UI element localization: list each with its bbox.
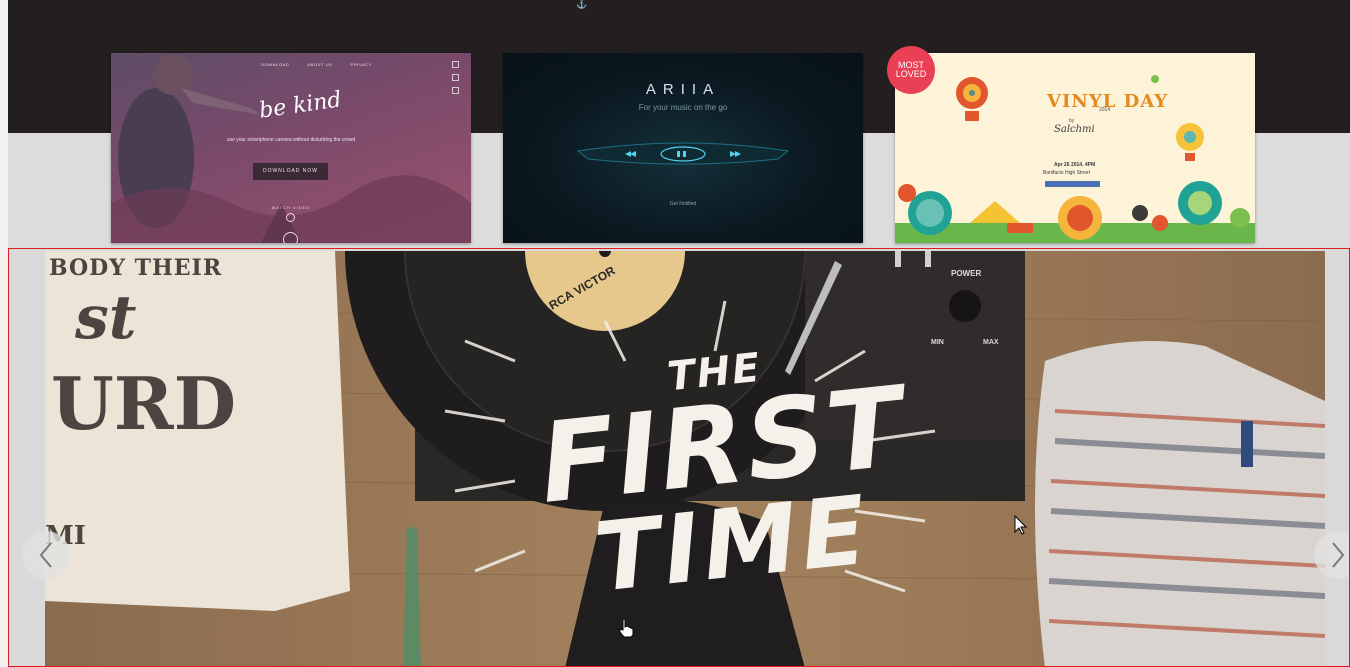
card-brand: Salchmi	[1054, 124, 1095, 135]
prev-slide-button[interactable]	[22, 531, 70, 579]
card-subtitle: For your music on the go	[638, 103, 728, 112]
social-icon	[452, 74, 459, 81]
amp-power-label: POWER	[951, 269, 982, 278]
most-loved-badge: MOST LOVED	[887, 46, 935, 94]
gallery-card-vinyl-day[interactable]: MOST LOVED VINYL DAY 2014 by Salchmi Apr…	[887, 46, 1255, 243]
left-edge-strip	[0, 0, 8, 667]
card-nav-item: PRIVACY	[350, 62, 373, 67]
hero-slider[interactable]: BODY THEIR st URD MI POWER MIN MAX RCA V…	[8, 248, 1350, 667]
hand-cursor-icon	[619, 618, 634, 638]
social-icon	[452, 61, 459, 68]
gallery-card-bekind[interactable]: DOWNLOAD ABOUT US PRIVACY be kind use yo…	[111, 53, 471, 243]
download-now-button: DOWNLOAD NOW	[253, 163, 328, 180]
chevron-right-icon	[1332, 542, 1345, 568]
social-icon	[452, 87, 459, 94]
chevron-down-icon	[283, 232, 298, 243]
card-title: ARIIA	[645, 81, 721, 98]
watch-video-label: WATCH VIDEO	[271, 205, 311, 210]
chevron-left-icon	[39, 542, 52, 568]
tee-print-text: st	[75, 283, 137, 353]
card-venue: Bonifacio High Street	[1043, 170, 1090, 176]
get-notified-link: Get Notified	[669, 201, 697, 207]
card-nav: DOWNLOAD ABOUT US PRIVACY	[261, 62, 372, 67]
hero-slide-image: BODY THEIR st URD MI POWER MIN MAX RCA V…	[45, 251, 1325, 666]
tee-print-text: BODY THEIR	[49, 255, 223, 281]
tee-print-text: URD	[51, 361, 237, 446]
amp-max-label: MAX	[983, 339, 999, 346]
card-tagline: use your smartphone camera without distu…	[226, 137, 356, 143]
mouse-pointer-icon	[1014, 515, 1028, 535]
card-nav-item: ABOUT US	[307, 62, 333, 67]
gallery-card-ariia[interactable]: ARIIA For your music on the go Get Notif…	[503, 53, 863, 243]
card-date: Apr 26 2014, 4PM	[1054, 162, 1096, 168]
play-icon	[286, 213, 295, 222]
pin-icon: ⚓	[576, 0, 588, 9]
player-controls-graphic	[576, 142, 790, 165]
social-icons	[452, 61, 459, 94]
card-year: 2014	[1099, 107, 1111, 113]
badge-line: LOVED	[895, 69, 927, 79]
vinyl-day-illustration	[895, 75, 1255, 243]
card-nav-item: DOWNLOAD	[261, 62, 290, 67]
